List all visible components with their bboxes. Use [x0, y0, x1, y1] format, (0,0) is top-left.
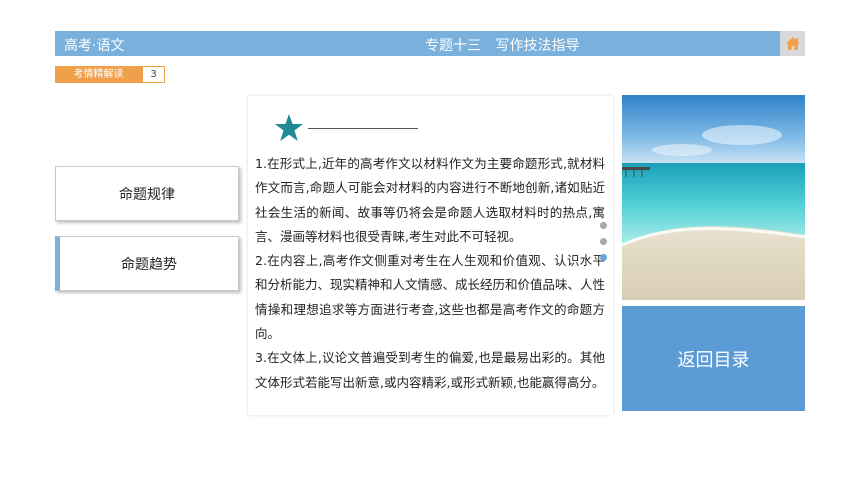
home-button[interactable] — [780, 31, 805, 56]
header-bar: 高考·语文 专题十三 写作技法指导 — [55, 31, 780, 56]
section-number: 3 — [142, 66, 165, 83]
section-tab[interactable]: 考情精解读 — [55, 66, 142, 83]
page-dot-3[interactable] — [600, 254, 607, 261]
paragraph-genre: 3.在文体上,议论文普遍受到考生的偏爱,也是最易出彩的。其他文体形式若能写出新意… — [255, 350, 605, 390]
paragraph-content: 2.在内容上,高考作文侧重对考生在人生观和价值观、认识水平和分析能力、现实精神和… — [255, 253, 606, 342]
return-to-contents-button[interactable]: 返回目录 — [622, 306, 805, 411]
nav-item-mingti-qushi[interactable]: 命题趋势 — [55, 236, 239, 291]
page-dot-2[interactable] — [600, 238, 607, 245]
subject-label: 高考·语文 — [64, 38, 125, 54]
paragraph-form: 1.在形式上,近年的高考作文以材料作文为主要命题形式,就材料作文而言,命题人可能… — [255, 156, 605, 244]
nav-item-label: 命题趋势 — [121, 256, 177, 273]
beach-photo — [622, 95, 805, 300]
content-panel: 1.在形式上,近年的高考作文以材料作文为主要命题形式,就材料作文而言,命题人可能… — [248, 96, 613, 415]
divider-line — [308, 128, 418, 129]
return-button-label: 返回目录 — [677, 349, 750, 371]
topic-title: 专题十三 写作技法指导 — [425, 38, 580, 54]
nav-item-label: 命题规律 — [119, 186, 175, 203]
content-text: 1.在形式上,近年的高考作文以材料作文为主要命题形式,就材料作文而言,命题人可能… — [255, 152, 605, 395]
page-dot-1[interactable] — [600, 222, 607, 229]
home-icon — [785, 37, 800, 50]
nav-item-mingti-guilv[interactable]: 命题规律 — [55, 166, 239, 221]
pagination-dots — [600, 222, 609, 270]
star-icon — [275, 114, 303, 141]
